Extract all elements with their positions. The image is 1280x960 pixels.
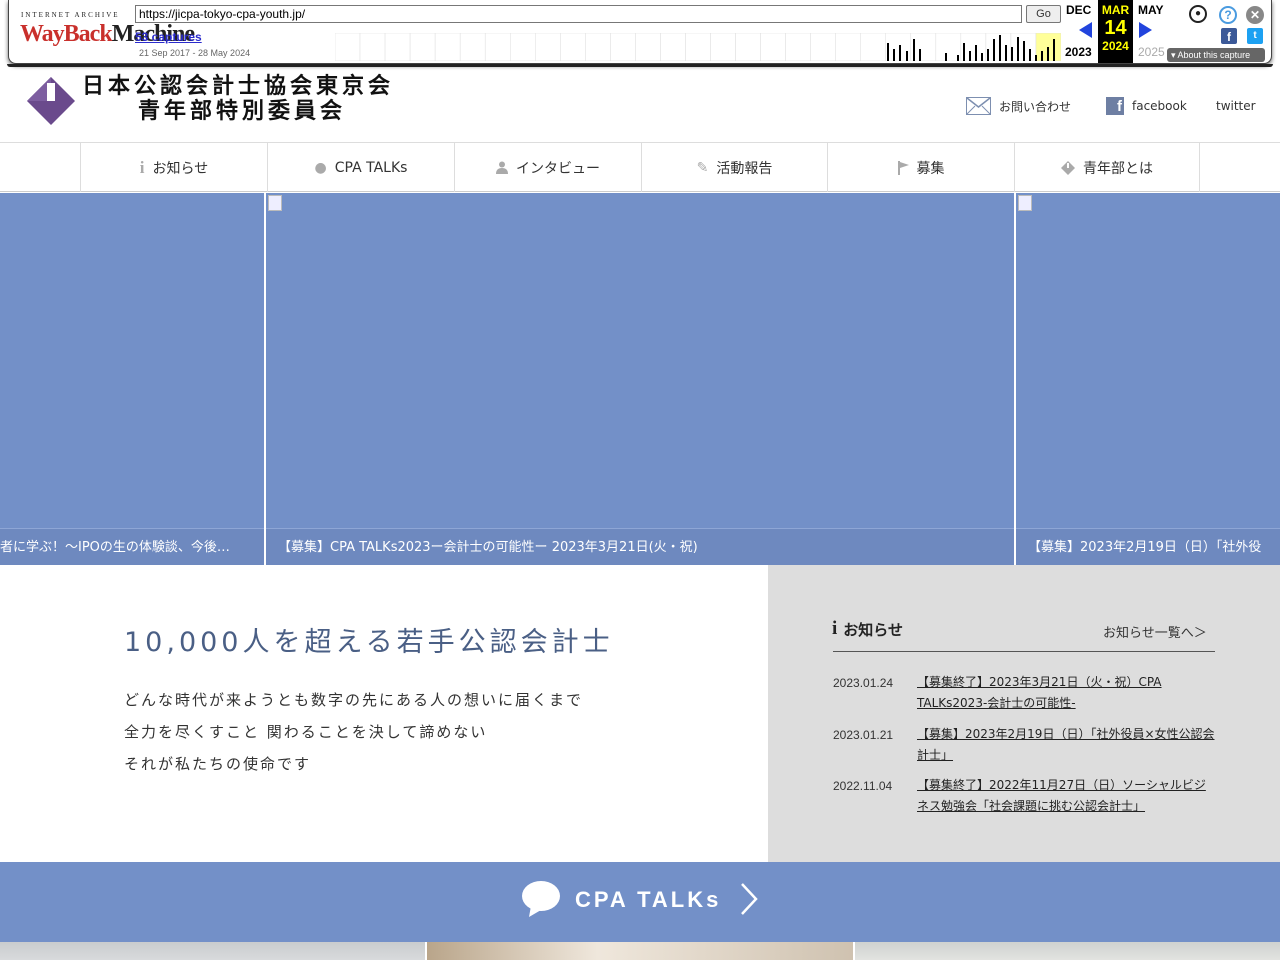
user-account-icon[interactable]: ● <box>1189 5 1207 23</box>
mail-icon <box>966 97 991 115</box>
intro-section <box>0 565 768 862</box>
news-item-link[interactable]: 【募集終了】2022年11月27日（日）ソーシャルビジネス勉強会「社会課題に挑む… <box>917 775 1215 817</box>
slide-caption: 者に学ぶ！～IPOの生の体験談、今後… <box>0 528 264 565</box>
news-date: 2023.01.21 <box>833 728 894 742</box>
diamond-icon <box>1061 160 1075 175</box>
info-icon: i <box>139 157 145 177</box>
news-item-link[interactable]: 【募集】2023年2月19日（日）「社外役員×女性公認会計士」 <box>917 724 1215 766</box>
logo-diamond-icon[interactable] <box>26 76 76 126</box>
hero-slider: 者に学ぶ！～IPOの生の体験談、今後… 【募集】CPA TALKs2023ー会計… <box>0 193 1280 565</box>
cpa-talks-title[interactable]: CPA TALKs <box>575 887 721 913</box>
slide-current[interactable]: 【募集】CPA TALKs2023ー会計士の可能性ー 2023年3月21日(火・… <box>266 193 1014 565</box>
news-more-link[interactable]: お知らせ一覧へ＞ <box>1103 622 1207 641</box>
facebook-link[interactable]: f facebook <box>1106 97 1187 115</box>
wayback-logo-caption: INTERNET ARCHIVE <box>21 11 120 19</box>
talk-thumbnail[interactable] <box>855 942 1280 960</box>
nav-label: CPA TALKs <box>334 159 408 176</box>
facebook-share-icon[interactable]: f <box>1221 28 1237 44</box>
intro-line: 全力を尽くすこと 関わることを決して諦めない <box>124 723 488 741</box>
flag-icon <box>897 160 909 175</box>
twitter-label: twitter <box>1216 99 1256 113</box>
chevron-right-icon[interactable] <box>740 882 758 916</box>
intro-line: どんな時代が来ようとも数字の先にある人の想いに届くまで <box>124 691 584 709</box>
close-icon[interactable]: ✕ <box>1246 6 1264 24</box>
speech-bubble-icon: ● <box>314 159 327 176</box>
wayback-go-button[interactable]: Go <box>1026 5 1061 23</box>
contact-label: お問い合わせ <box>999 99 1072 114</box>
facebook-label: facebook <box>1132 99 1187 113</box>
news-date: 2023.01.24 <box>833 676 894 690</box>
broken-image-icon <box>268 195 282 211</box>
person-icon <box>496 161 508 174</box>
slide-caption: 【募集】2023年2月19日（日）「社外役 <box>1016 528 1280 565</box>
twitter-link[interactable]: twitter <box>1216 99 1256 113</box>
wayback-capture-sparkline[interactable] <box>335 33 1061 61</box>
nav-item-recruit[interactable]: 募集 <box>827 143 1014 192</box>
slide-next[interactable]: 【募集】2023年2月19日（日）「社外役 <box>1016 193 1280 565</box>
info-icon: i <box>832 618 838 639</box>
nav-item-activity-report[interactable]: ✎ 活動報告 <box>641 143 827 192</box>
slide-prev[interactable]: 者に学ぶ！～IPOの生の体験談、今後… <box>0 193 264 565</box>
news-title: i お知らせ <box>832 618 903 639</box>
wayback-captures-link[interactable]: 53 captures <box>135 30 202 44</box>
site-title-line1: 日本公認会計士協会東京会 <box>82 74 395 99</box>
nav-label: 青年部とは <box>1083 160 1153 177</box>
wayback-capture-range: 21 Sep 2017 - 28 May 2024 <box>139 48 251 58</box>
wayback-current-month: MAR <box>1101 3 1130 17</box>
nav-item-news[interactable]: i お知らせ <box>80 143 267 192</box>
wayback-frame: INTERNET ARCHIVE WayBackMachine Go 53 ca… <box>7 0 1273 67</box>
global-nav: i お知らせ ● CPA TALKs インタビュー ✎ 活動報告 募集 青年部と… <box>0 142 1280 192</box>
wayback-prev-year[interactable]: 2023 <box>1065 45 1092 59</box>
nav-label: 活動報告 <box>716 160 773 177</box>
facebook-icon: f <box>1106 97 1124 115</box>
wayback-url-input[interactable] <box>135 5 1022 23</box>
intro-line: それが私たちの使命です <box>124 755 312 773</box>
wayback-next-arrow-icon[interactable] <box>1139 22 1152 38</box>
help-icon[interactable]: ? <box>1219 6 1237 24</box>
wayback-toolbar: INTERNET ARCHIVE WayBackMachine Go 53 ca… <box>0 0 1280 67</box>
speech-bubble-icon <box>522 881 560 917</box>
broken-image-icon <box>1018 195 1032 211</box>
nav-item-about[interactable]: 青年部とは <box>1014 143 1200 192</box>
nav-label: インタビュー <box>516 160 600 177</box>
nav-item-interview[interactable]: インタビュー <box>454 143 641 192</box>
site-title[interactable]: 日本公認会計士協会東京会 青年部特別委員会 <box>82 74 394 124</box>
wayback-next-month[interactable]: MAY <box>1138 3 1164 17</box>
wayback-current-year: 2024 <box>1102 39 1129 53</box>
site-title-line2: 青年部特別委員会 <box>138 99 347 124</box>
nav-item-cpa-talks[interactable]: ● CPA TALKs <box>267 143 454 192</box>
wayback-prev-arrow-icon[interactable] <box>1079 22 1092 38</box>
wayback-current-day: 14 <box>1104 17 1127 39</box>
wayback-current-date: MAR 14 2024 <box>1098 0 1133 63</box>
news-date: 2022.11.04 <box>833 779 893 793</box>
intro-heading: 10,000人を超える若手公認会計士 <box>124 627 614 658</box>
slide-caption: 【募集】CPA TALKs2023ー会計士の可能性ー 2023年3月21日(火・… <box>266 528 1014 565</box>
nav-label: お知らせ <box>152 160 209 177</box>
nav-label: 募集 <box>916 160 945 177</box>
wayback-prev-month[interactable]: DEC <box>1066 3 1091 17</box>
contact-link[interactable]: お問い合わせ <box>966 97 1071 115</box>
pencil-icon: ✎ <box>696 159 709 176</box>
wayback-next-year: 2025 <box>1138 45 1165 59</box>
about-capture-button[interactable]: ▾ About this capture <box>1167 48 1265 62</box>
twitter-share-icon[interactable]: t <box>1247 28 1263 44</box>
news-item-link[interactable]: 【募集終了】2023年3月21日（火・祝）CPA TALKs2023-会計士の可… <box>917 672 1215 714</box>
talk-thumbnail[interactable] <box>427 942 853 960</box>
talk-thumbnail[interactable] <box>0 942 425 960</box>
news-divider <box>833 651 1215 652</box>
